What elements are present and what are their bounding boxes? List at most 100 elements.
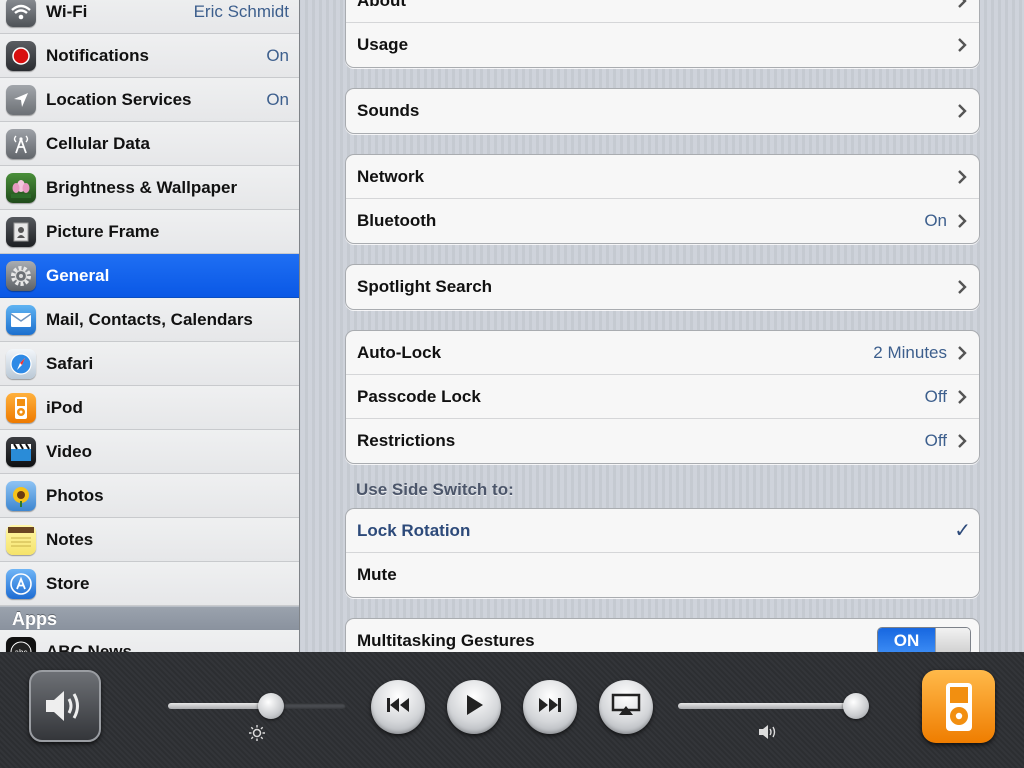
row-label: Restrictions <box>357 431 456 450</box>
volume-fill <box>678 703 856 709</box>
row-label: Sounds <box>357 101 420 120</box>
row-value: Off <box>924 386 947 406</box>
lock-group: Auto-Lock 2 Minutes Passcode Lock Off Re… <box>345 330 980 464</box>
sidebar-item-label: Cellular Data <box>46 133 150 153</box>
spotlight-search-row[interactable]: Spotlight Search <box>346 265 979 309</box>
notifications-icon <box>6 40 36 71</box>
sidebar-item-label: Mail, Contacts, Calendars <box>46 309 253 329</box>
airplay-button[interactable] <box>599 680 653 734</box>
ipod-app-icon[interactable] <box>922 670 995 743</box>
network-row[interactable]: Network <box>346 155 979 199</box>
row-value: On <box>924 211 947 230</box>
chevron-right-icon <box>953 36 971 54</box>
clapperboard-icon <box>6 436 36 467</box>
lock-rotation-option[interactable]: Lock Rotation ✓ <box>346 509 979 553</box>
wifi-icon <box>6 0 36 27</box>
sidebar-item-wifi[interactable]: Wi-Fi Eric Schmidt <box>0 0 299 34</box>
row-label: About <box>357 0 407 10</box>
chevron-right-icon <box>953 212 971 230</box>
bluetooth-row[interactable]: Bluetooth On <box>346 199 979 243</box>
general-settings-pane: About Usage Sounds Network Bluetooth On … <box>301 0 1024 652</box>
passcode-lock-row[interactable]: Passcode Lock Off <box>346 375 979 419</box>
sidebar-item-label: Brightness & Wallpaper <box>46 177 238 197</box>
sidebar-item-general[interactable]: General <box>0 254 299 298</box>
sidebar-item-label: Picture Frame <box>46 221 160 241</box>
settings-sidebar: Wi-Fi Eric Schmidt Notifications On Loca… <box>0 0 300 652</box>
toggle-on-label: ON <box>878 628 935 652</box>
toggle-knob <box>935 628 970 652</box>
cellular-icon <box>6 128 36 159</box>
usage-row[interactable]: Usage <box>346 23 979 67</box>
sidebar-item-mail-contacts-calendars[interactable]: Mail, Contacts, Calendars <box>0 298 299 342</box>
sidebar-item-label: Notifications <box>46 45 149 65</box>
sidebar-item-cellular-data[interactable]: Cellular Data <box>0 122 299 166</box>
sidebar-item-value: Eric Schmidt <box>193 1 289 21</box>
volume-slider[interactable] <box>678 693 869 719</box>
play-button[interactable] <box>447 680 501 734</box>
next-track-icon <box>537 696 563 719</box>
spotlight-group: Spotlight Search <box>345 264 980 310</box>
sidebar-item-label: Location Services <box>46 89 192 109</box>
chevron-right-icon <box>953 344 971 362</box>
restrictions-row[interactable]: Restrictions Off <box>346 419 979 463</box>
wallpaper-icon <box>6 172 36 203</box>
auto-lock-row[interactable]: Auto-Lock 2 Minutes <box>346 331 979 375</box>
sidebar-item-notes[interactable]: Notes <box>0 518 299 562</box>
location-icon <box>6 84 36 115</box>
sidebar-item-notifications[interactable]: Notifications On <box>0 34 299 78</box>
sidebar-item-ipod[interactable]: iPod <box>0 386 299 430</box>
sidebar-item-brightness-wallpaper[interactable]: Brightness & Wallpaper <box>0 166 299 210</box>
sidebar-item-location-services[interactable]: Location Services On <box>0 78 299 122</box>
row-label: Mute <box>357 565 397 584</box>
sidebar-item-label: General <box>46 265 110 285</box>
sounds-row[interactable]: Sounds <box>346 89 979 133</box>
network-group: Network Bluetooth On <box>345 154 980 244</box>
mute-option[interactable]: Mute <box>346 553 979 597</box>
next-track-button[interactable] <box>523 680 577 734</box>
ipod-icon <box>6 392 36 423</box>
safari-compass-icon <box>6 348 36 379</box>
about-usage-group: About Usage <box>345 0 980 68</box>
sidebar-item-label: Safari <box>46 353 94 373</box>
volume-slider-thumb[interactable] <box>843 693 869 719</box>
sunflower-icon <box>6 480 36 511</box>
side-switch-group: Lock Rotation ✓ Mute <box>345 508 980 598</box>
sidebar-item-photos[interactable]: Photos <box>0 474 299 518</box>
chevron-right-icon <box>953 102 971 120</box>
sidebar-item-abc-news[interactable]: abc ABC News <box>0 630 299 653</box>
row-label: Usage <box>357 35 409 54</box>
multitasking-gestures-toggle[interactable]: ON <box>877 627 971 652</box>
row-label: Passcode Lock <box>357 386 481 406</box>
brightness-slider[interactable] <box>168 693 346 719</box>
sidebar-item-value: On <box>266 45 289 65</box>
row-label: Network <box>357 166 425 186</box>
sidebar-item-label: Photos <box>46 485 104 505</box>
sidebar-item-picture-frame[interactable]: Picture Frame <box>0 210 299 254</box>
about-row[interactable]: About <box>346 0 979 23</box>
sidebar-item-label: Notes <box>46 529 94 549</box>
app-store-icon <box>6 568 36 599</box>
chevron-right-icon <box>953 278 971 296</box>
sounds-group: Sounds <box>345 88 980 134</box>
chevron-right-icon <box>953 0 971 10</box>
sidebar-item-label: ABC News <box>46 641 132 653</box>
sidebar-item-store[interactable]: Store <box>0 562 299 606</box>
sidebar-item-safari[interactable]: Safari <box>0 342 299 386</box>
sidebar-item-video[interactable]: Video <box>0 430 299 474</box>
brightness-fill <box>168 703 271 709</box>
row-label: Bluetooth <box>357 211 437 230</box>
previous-track-icon <box>385 696 411 719</box>
row-value: 2 Minutes <box>873 342 947 362</box>
notes-icon <box>6 524 36 555</box>
abc-icon: abc <box>6 636 36 652</box>
play-icon <box>463 693 485 722</box>
apps-section-header: Apps <box>0 606 299 630</box>
previous-track-button[interactable] <box>371 680 425 734</box>
sidebar-item-label: Video <box>46 441 92 461</box>
speaker-lock-icon[interactable] <box>29 670 101 742</box>
row-value: Off <box>924 431 947 450</box>
brightness-slider-thumb[interactable] <box>258 693 284 719</box>
sidebar-item-label: iPod <box>46 397 83 417</box>
sidebar-item-label: Wi-Fi <box>46 1 88 21</box>
chevron-right-icon <box>953 432 971 450</box>
